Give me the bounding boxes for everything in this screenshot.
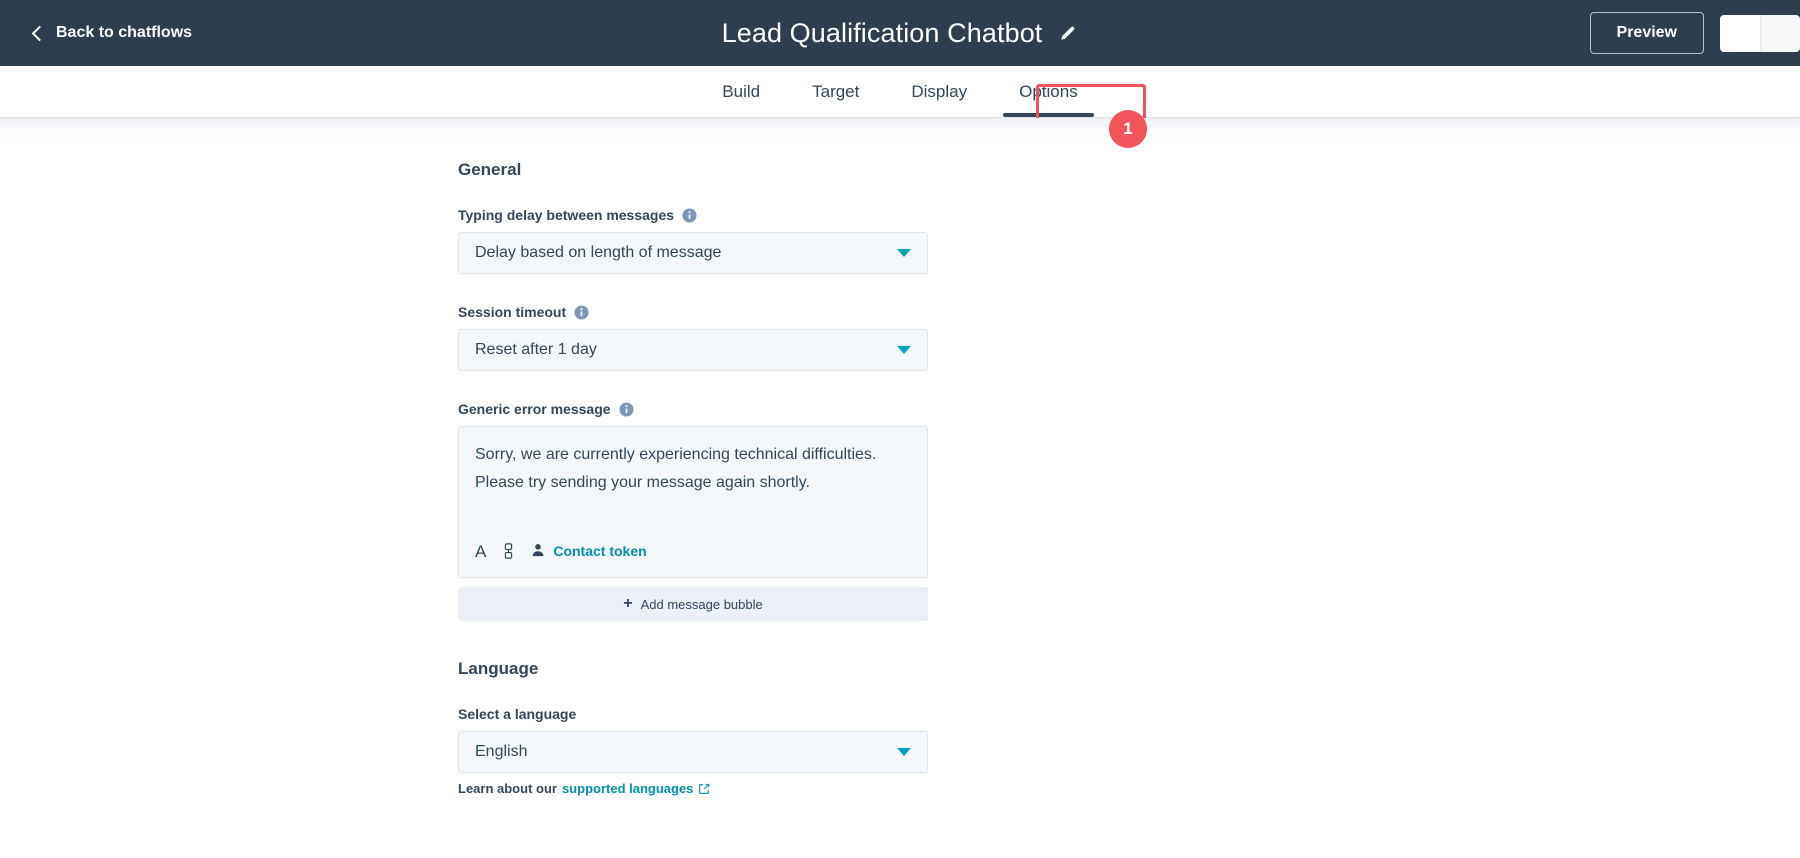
tab-build[interactable]: Build (696, 82, 786, 117)
panel-top-fade (0, 118, 1800, 140)
chevron-down-icon (897, 346, 911, 354)
options-panel: General Typing delay between messages De… (0, 118, 1800, 858)
back-to-chatflows-link[interactable]: Back to chatflows (31, 24, 193, 42)
link-icon[interactable] (501, 543, 516, 559)
info-icon[interactable] (574, 304, 589, 320)
info-icon[interactable] (619, 401, 634, 417)
error-message-toolbar: A Contact token (475, 525, 911, 577)
general-section-title: General (458, 160, 522, 179)
supported-languages-link[interactable]: supported languages (562, 781, 693, 796)
supported-languages-helper: Learn about our supported languages (458, 781, 928, 796)
error-message-label: Generic error message (458, 401, 611, 417)
header-toggle-segment-primary[interactable] (1720, 14, 1760, 52)
plus-icon: + (623, 595, 633, 612)
text-format-icon[interactable]: A (475, 543, 486, 560)
chevron-left-icon (31, 25, 48, 41)
contact-token-label: Contact token (553, 543, 647, 559)
session-timeout-label-row: Session timeout (458, 304, 928, 320)
chevron-down-icon (897, 748, 911, 756)
pencil-icon[interactable] (1058, 23, 1078, 43)
select-language-label: Select a language (458, 706, 577, 722)
page-title: Lead Qualification Chatbot (721, 17, 1043, 48)
header-actions: Preview (1589, 0, 1800, 66)
chevron-down-icon (897, 249, 911, 257)
error-message-editor[interactable]: Sorry, we are currently experiencing tec… (458, 426, 928, 578)
tab-target[interactable]: Target (786, 82, 885, 117)
annotation-step-badge: 1 (1109, 110, 1147, 148)
back-to-chatflows-label: Back to chatflows (56, 24, 193, 41)
header-toggle-group[interactable] (1720, 14, 1800, 52)
app-header: Back to chatflows Lead Qualification Cha… (0, 0, 1800, 66)
preview-button[interactable]: Preview (1589, 12, 1704, 54)
contact-person-icon (531, 543, 545, 560)
add-message-bubble-label: Add message bubble (640, 596, 763, 612)
info-icon[interactable] (682, 207, 697, 223)
session-timeout-value: Reset after 1 day (475, 341, 597, 358)
tab-display[interactable]: Display (885, 82, 993, 117)
error-message-text[interactable]: Sorry, we are currently experiencing tec… (475, 441, 911, 525)
external-link-icon[interactable] (698, 783, 710, 795)
session-timeout-select[interactable]: Reset after 1 day (458, 329, 928, 371)
options-form: General Typing delay between messages De… (458, 140, 928, 796)
header-title-group: Lead Qualification Chatbot (0, 0, 1800, 66)
contact-token-button[interactable]: Contact token (531, 543, 647, 560)
language-select[interactable]: English (458, 731, 928, 773)
supported-languages-prefix: Learn about our (458, 781, 557, 796)
typing-delay-select[interactable]: Delay based on length of message (458, 232, 928, 274)
typing-delay-label-row: Typing delay between messages (458, 207, 928, 223)
session-timeout-label: Session timeout (458, 304, 567, 320)
error-message-label-row: Generic error message (458, 401, 928, 417)
add-message-bubble-button[interactable]: + Add message bubble (458, 587, 928, 621)
language-section-title: Language (458, 659, 539, 678)
typing-delay-label: Typing delay between messages (458, 207, 675, 223)
tab-options[interactable]: Options (993, 82, 1104, 117)
chatflow-tabs: Build Target Display Options 1 (0, 66, 1800, 148)
header-toggle-segment-secondary[interactable] (1760, 14, 1800, 52)
typing-delay-value: Delay based on length of message (475, 244, 722, 261)
language-value: English (475, 743, 528, 760)
